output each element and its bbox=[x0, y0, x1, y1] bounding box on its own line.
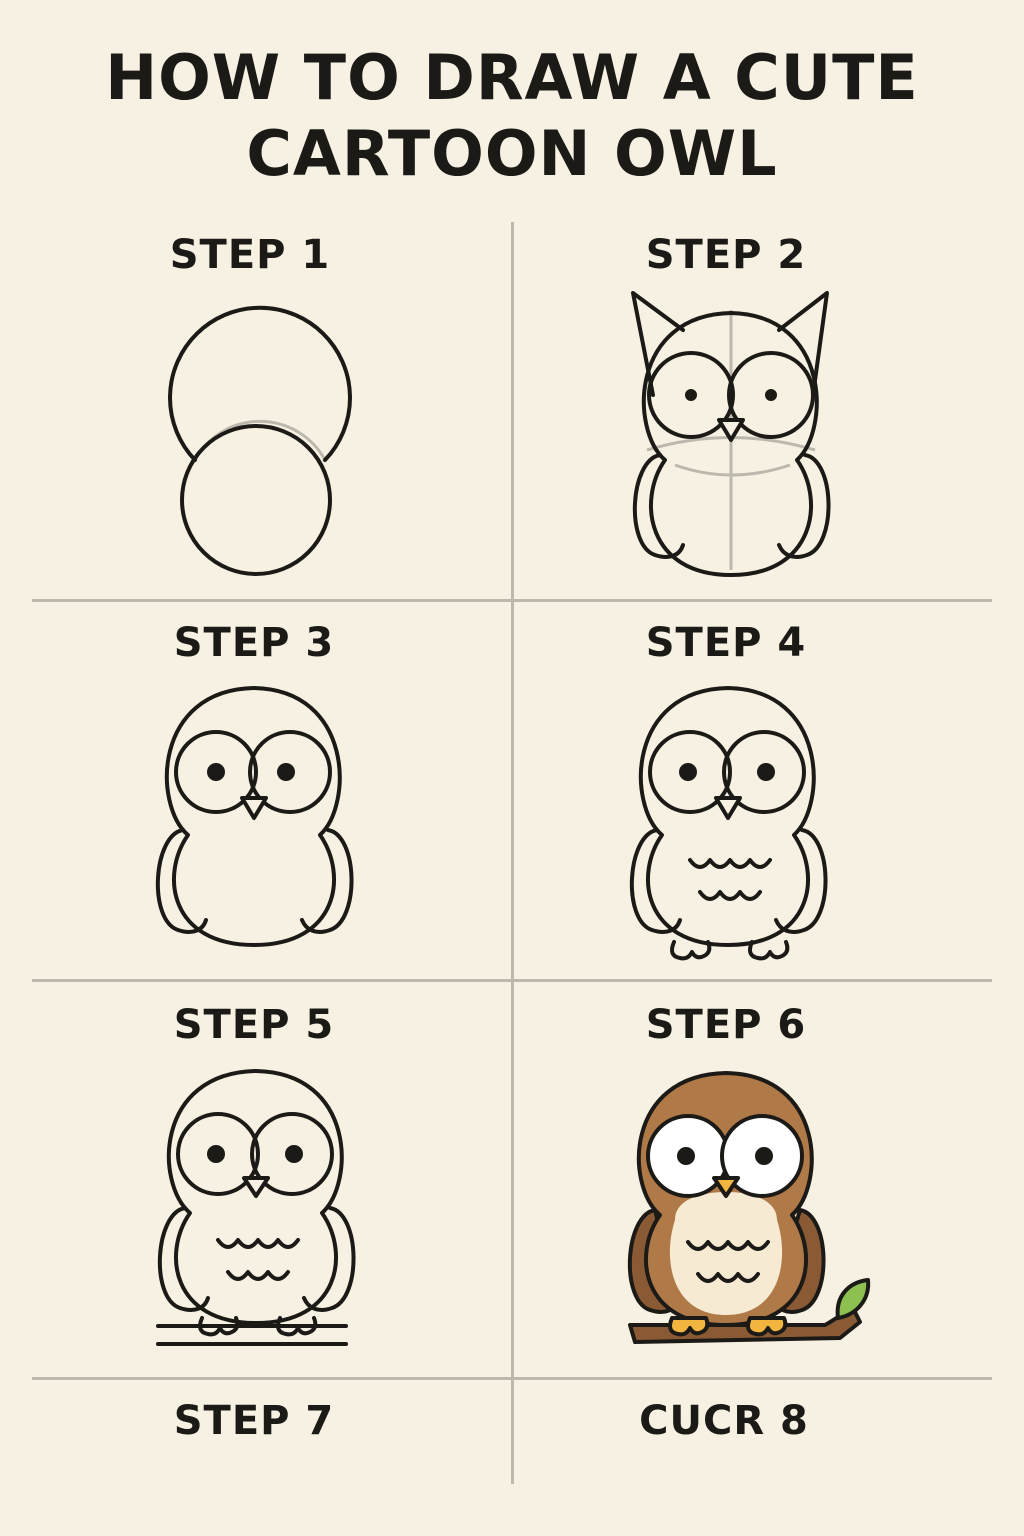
horizontal-divider-1 bbox=[32, 599, 992, 602]
step-5-label: STEP 5 bbox=[173, 1002, 335, 1048]
belly bbox=[669, 1192, 783, 1315]
beak bbox=[714, 796, 742, 820]
beak bbox=[240, 796, 268, 820]
step-5-drawing bbox=[156, 1069, 356, 1346]
feathers-row-1 bbox=[688, 858, 772, 869]
step-7-label: STEP 7 bbox=[173, 1398, 335, 1444]
step-4-drawing bbox=[629, 686, 828, 961]
title-line-2: CARTOON OWL bbox=[246, 117, 778, 190]
step-1-label: STEP 1 bbox=[169, 232, 331, 278]
left-pupil bbox=[677, 1147, 695, 1165]
step-1-drawing bbox=[168, 305, 352, 576]
beak bbox=[242, 1176, 270, 1198]
vertical-divider bbox=[511, 222, 514, 1484]
head-circle bbox=[168, 305, 352, 462]
left-pupil bbox=[679, 763, 697, 781]
right-pupil bbox=[285, 1145, 303, 1163]
horizontal-divider-2 bbox=[32, 979, 992, 982]
right-pupil bbox=[757, 763, 775, 781]
step-2-label: STEP 2 bbox=[645, 232, 807, 278]
right-foot bbox=[746, 1316, 788, 1337]
right-ear bbox=[777, 291, 829, 397]
feathers-row-2 bbox=[698, 890, 762, 901]
right-pupil bbox=[277, 763, 295, 781]
step-4-label: STEP 4 bbox=[645, 620, 807, 666]
right-pupil bbox=[765, 389, 777, 401]
step-2-drawing bbox=[631, 291, 831, 577]
right-foot bbox=[748, 940, 790, 961]
leaf bbox=[835, 1278, 871, 1320]
left-pupil bbox=[207, 1145, 225, 1163]
step-8-label: CUCR 8 bbox=[639, 1398, 809, 1444]
feathers-row-1 bbox=[216, 1238, 300, 1249]
title-line-1: HOW TO DRAW A CUTE bbox=[105, 41, 919, 114]
step-3-drawing bbox=[155, 686, 354, 947]
step-6-label: STEP 6 bbox=[645, 1002, 807, 1048]
step-6-drawing bbox=[627, 1071, 871, 1344]
left-ear bbox=[631, 291, 685, 397]
left-foot bbox=[668, 1316, 710, 1337]
body-circle bbox=[180, 424, 332, 576]
left-pupil bbox=[685, 389, 697, 401]
step-3-label: STEP 3 bbox=[173, 620, 335, 666]
feathers-row-2 bbox=[226, 1270, 290, 1281]
horizontal-divider-3 bbox=[32, 1377, 992, 1380]
page-title: HOW TO DRAW A CUTE CARTOON OWL bbox=[0, 40, 1024, 192]
left-pupil bbox=[207, 763, 225, 781]
right-pupil bbox=[755, 1147, 773, 1165]
